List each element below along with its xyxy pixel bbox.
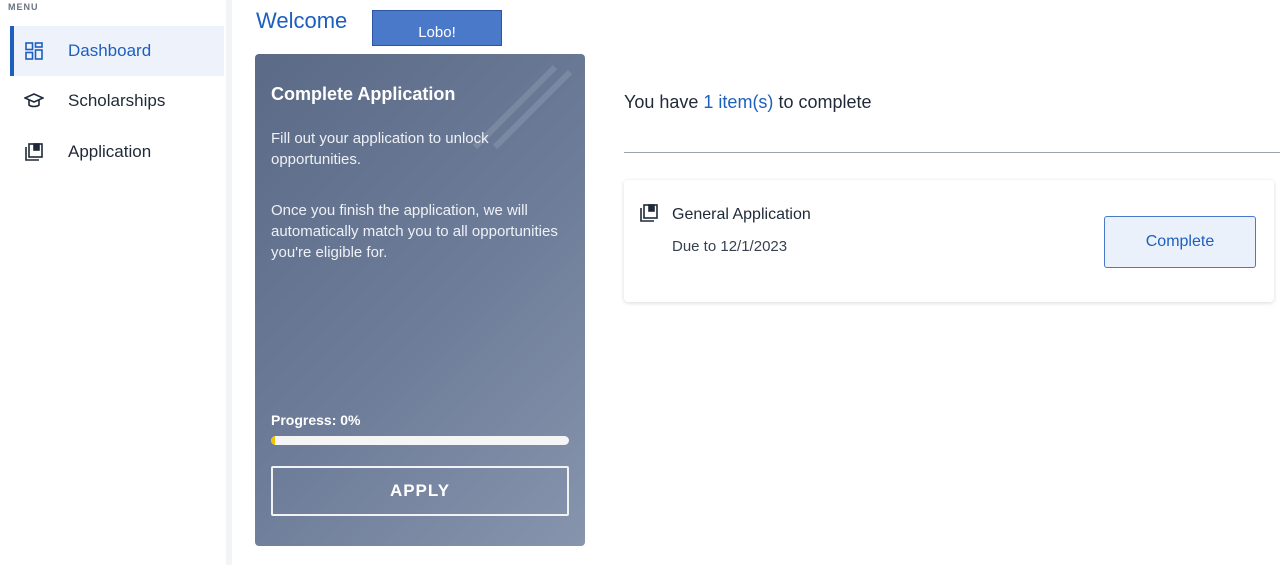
application-icon (24, 142, 44, 162)
progress-label: Progress: 0% (271, 412, 361, 428)
section-divider (624, 152, 1280, 153)
apply-button[interactable]: APPLY (271, 466, 569, 516)
progress-fill (271, 436, 275, 445)
menu-label: MENU (8, 2, 39, 12)
sidebar: MENU Dashboard Scholarships Application (0, 0, 226, 565)
complete-button[interactable]: Complete (1104, 216, 1256, 268)
task-title: General Application (672, 206, 811, 223)
sidebar-item-scholarships[interactable]: Scholarships (10, 76, 224, 126)
welcome-title: Welcome (256, 8, 348, 33)
todo-prefix: You have (624, 92, 704, 112)
sidebar-item-label: Dashboard (68, 41, 152, 60)
dashboard-icon (24, 41, 44, 61)
sidebar-item-dashboard[interactable]: Dashboard (10, 26, 224, 76)
todo-count-link[interactable]: 1 item(s) (703, 92, 773, 112)
sidebar-divider (226, 0, 232, 565)
user-name-badge: Lobo! (372, 10, 502, 46)
sidebar-item-label: Application (68, 142, 152, 161)
sidebar-item-label: Scholarships (68, 91, 166, 110)
graduation-cap-icon (24, 91, 44, 111)
progress-bar (271, 436, 569, 445)
todo-summary: You have 1 item(s) to complete (624, 92, 872, 113)
task-card: General Application Due to 12/1/2023 Com… (624, 180, 1274, 302)
application-card: Complete Application Fill out your appli… (255, 54, 585, 546)
card-description: Fill out your application to unlock oppo… (271, 130, 489, 168)
task-due-date: Due to 12/1/2023 (672, 238, 788, 255)
card-title: Complete Application (271, 84, 456, 104)
todo-suffix: to complete (773, 92, 872, 112)
application-icon (640, 204, 658, 222)
sidebar-item-application[interactable]: Application (10, 127, 224, 177)
card-match-info: Once you finish the application, we will… (271, 202, 558, 261)
